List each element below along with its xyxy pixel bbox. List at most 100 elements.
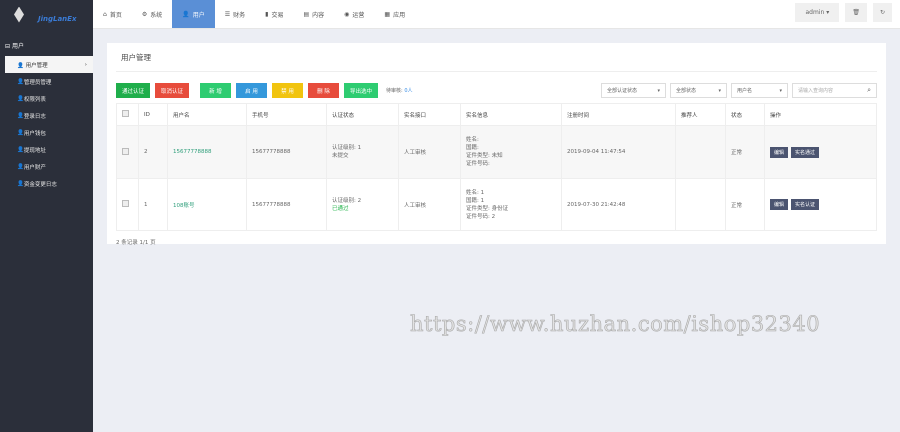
sidebar-item-label: 登录日志 [23, 113, 46, 120]
logo[interactable]: JingLanEx [0, 0, 93, 29]
add-button[interactable]: 新 增 [200, 83, 232, 98]
cell-id: 2 [138, 125, 168, 179]
cancel-auth-button[interactable]: 取消认证 [155, 83, 190, 98]
select-all-checkbox[interactable] [122, 110, 129, 117]
pending-value: 0人 [404, 88, 413, 94]
username-link[interactable]: 108账号 [167, 178, 247, 231]
delete-button[interactable]: 删 除 [308, 83, 340, 98]
export-selected-button[interactable]: 导出选中 [344, 83, 379, 98]
info-name: 姓名: 1 [466, 189, 485, 196]
sidebar-item-withdraw-address[interactable]: 👤 提现地址 [0, 141, 93, 158]
sidebar-item-label: 管理员管理 [23, 79, 52, 86]
status-select[interactable]: 全部状态 ▾ [670, 83, 727, 98]
col-phone: 手机号 [246, 103, 327, 126]
top-nav: ⌂ 首页 ⚙ 系统 👤 用户 ☰ 财务 ▮ 交易 ▤ 内容 ◉ 运营 ▦ 应用 admin ▾ … [93, 0, 900, 29]
nav-user[interactable]: 👤 用户 [172, 0, 215, 28]
verify-button[interactable]: 实名认证 [791, 199, 820, 210]
watermark: https://www.huzhan.com/ishop32340 [410, 312, 821, 337]
col-status: 状态 [725, 103, 765, 126]
sidebar-heading-label: 用户 [11, 43, 24, 50]
nav-label: 系统 [150, 11, 163, 19]
info-name: 姓名: [466, 137, 479, 143]
nav-label: 首页 [109, 11, 122, 19]
edit-button[interactable]: 编辑 [770, 146, 789, 158]
col-auth-status: 认证状态 [326, 103, 399, 126]
sidebar-item-label: 权限列表 [23, 96, 46, 103]
enable-button[interactable]: 启 用 [236, 83, 268, 98]
user-icon: 👤 [182, 10, 190, 18]
username-link[interactable]: 15677778888 [167, 125, 247, 179]
col-api: 实名接口 [398, 103, 461, 126]
caret-down-icon: ▾ [779, 87, 782, 94]
field-select[interactable]: 用户名 ▾ [731, 83, 788, 98]
col-id[interactable]: ID [138, 103, 168, 126]
nav-label: 运营 [352, 11, 365, 19]
home-icon: ⌂ [103, 10, 107, 18]
select-value: 全部状态 [676, 88, 697, 94]
info-id-type: 证件类型: 未知 [466, 153, 503, 159]
caret-down-icon: ▾ [718, 87, 721, 94]
nav-label: 用户 [192, 11, 205, 19]
nav-finance[interactable]: ☰ 财务 [215, 0, 255, 28]
cell-status: 正常 [725, 178, 765, 231]
sidebar-item-admin[interactable]: 👤 管理员管理 [0, 73, 93, 90]
nav-home[interactable]: ⌂ 首页 [93, 0, 132, 28]
info-country: 国籍: 1 [466, 197, 485, 204]
refresh-icon[interactable]: ↻ [872, 3, 892, 22]
admin-dropdown[interactable]: admin ▾ [795, 3, 840, 22]
sidebar-item-assets[interactable]: 👤 用户财产 [0, 158, 93, 175]
disable-button[interactable]: 禁 用 [272, 83, 304, 98]
cell-reg-time: 2019-07-30 21:42:48 [561, 178, 676, 231]
logo-icon [14, 6, 24, 23]
nav-system[interactable]: ⚙ 系统 [132, 0, 172, 28]
search-input[interactable]: 请输入查询内容 ⌕ [792, 83, 877, 98]
grid-icon: ▦ [384, 10, 391, 18]
list-icon: ☰ [224, 10, 231, 18]
cell-status: 正常 [725, 125, 765, 179]
globe-icon: ◉ [344, 10, 350, 18]
sidebar-item-label: 用户管理 [25, 62, 48, 69]
info-id-type: 证件类型: 身份证 [466, 205, 509, 212]
nav-label: 交易 [271, 11, 284, 19]
sidebar-item-fund-log[interactable]: 👤 资金变更日志 [0, 175, 93, 192]
sidebar-item-label: 资金变更日志 [23, 181, 57, 188]
trash-icon[interactable]: 🗑 [845, 3, 867, 22]
pending-count: 待审核: 0人 [386, 87, 412, 94]
verify-button[interactable]: 实名通过 [791, 146, 820, 158]
info-id-number: 证件号码: [466, 161, 490, 167]
col-referrer: 推荐人 [675, 103, 726, 126]
nav-trade[interactable]: ▮ 交易 [255, 0, 293, 28]
pending-label: 待审核: [386, 88, 403, 94]
sidebar-heading[interactable]: ⊟ 用户 [0, 29, 93, 56]
user-table: ID 用户名 手机号 认证状态 实名接口 实名信息 注册时间 推荐人 状态 操作… [116, 103, 877, 231]
search-placeholder: 请输入查询内容 [798, 88, 834, 94]
sidebar-item-login-log[interactable]: 👤 登录日志 [0, 107, 93, 124]
nav-label: 应用 [393, 11, 406, 19]
auth-state: 未提交 [332, 153, 349, 159]
auth-level: 认证级别: 1 [332, 145, 362, 151]
sidebar-item-label: 用户钱包 [23, 130, 46, 137]
nav-apps[interactable]: ▦ 应用 [374, 0, 415, 28]
edit-button[interactable]: 编辑 [770, 199, 789, 210]
sidebar-item-label: 提现地址 [23, 147, 46, 154]
document-icon: ▤ [303, 10, 310, 18]
auth-status-select[interactable]: 全部认证状态 ▾ [601, 83, 666, 98]
logo-text: JingLanEx [38, 14, 77, 23]
sidebar-item-permissions[interactable]: 👤 权限列表 [0, 90, 93, 107]
select-value: 用户名 [737, 88, 753, 94]
toolbar: 通过认证 取消认证 新 增 启 用 禁 用 删 除 导出选中 待审核: 0人 全… [116, 83, 877, 98]
select-value: 全部认证状态 [607, 88, 638, 94]
row-checkbox[interactable] [122, 200, 129, 207]
caret-down-icon: ▾ [657, 87, 660, 94]
cell-api: 人工审核 [398, 178, 461, 231]
table-row: 2 15677778888 15677778888 认证级别: 1 未提交 人工审… [116, 125, 877, 179]
sidebar-item-wallet[interactable]: 👤 用户钱包 [0, 124, 93, 141]
approve-auth-button[interactable]: 通过认证 [116, 83, 151, 98]
nav-operations[interactable]: ◉ 运营 [334, 0, 374, 28]
bar-chart-icon: ▮ [265, 10, 269, 18]
row-checkbox[interactable] [122, 147, 129, 155]
col-reg-time: 注册时间 [561, 103, 676, 126]
sidebar-item-user-management[interactable]: 👤 用户管理 › [5, 56, 93, 73]
nav-content[interactable]: ▤ 内容 [293, 0, 334, 28]
cell-reg-time: 2019-09-04 11:47:54 [561, 125, 676, 179]
